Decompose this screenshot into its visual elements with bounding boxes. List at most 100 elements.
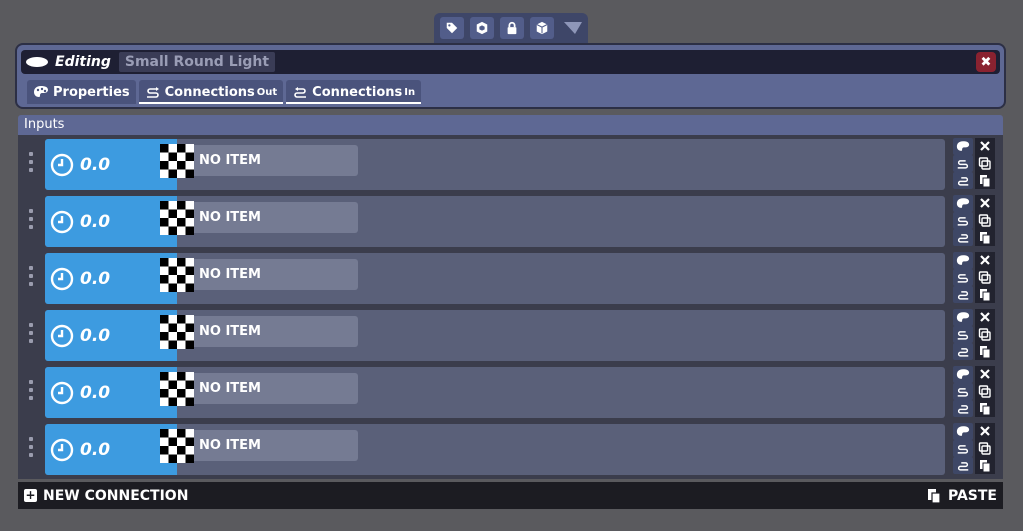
item-selector[interactable]: NO ITEM [160, 428, 358, 463]
tab-connections-out[interactable]: Connections Out [138, 80, 284, 104]
item-selector[interactable]: NO ITEM [160, 314, 358, 349]
clock-icon [50, 381, 74, 404]
paste-button[interactable] [975, 457, 995, 474]
connection-out-button[interactable] [953, 383, 973, 400]
duplicate-button[interactable] [975, 155, 995, 172]
palette-button[interactable] [953, 138, 973, 155]
paste-icon [980, 346, 991, 358]
item-name: NO ITEM [199, 210, 261, 225]
delete-button[interactable] [975, 138, 995, 155]
delete-button[interactable] [975, 423, 995, 440]
item-selector[interactable]: NO ITEM [160, 257, 358, 292]
duplicate-button[interactable] [975, 269, 995, 286]
connection-in-icon [958, 405, 969, 414]
paste-all-button[interactable]: PASTE [926, 488, 1003, 504]
palette-icon [956, 141, 970, 151]
connection-in-icon [294, 87, 307, 98]
delete-button[interactable] [975, 309, 995, 326]
drag-handle[interactable] [29, 152, 33, 172]
item-selector[interactable]: NO ITEM [160, 371, 358, 406]
item-selector[interactable]: NO ITEM [160, 200, 358, 235]
item-selector[interactable]: NO ITEM [160, 143, 358, 178]
palette-button[interactable] [953, 366, 973, 383]
time-field[interactable]: 0.0 [45, 253, 158, 304]
palette-button[interactable] [953, 423, 973, 440]
row-body: 0.0 NO ITEM [45, 367, 945, 418]
connection-out-icon [957, 445, 968, 454]
paste-button[interactable] [975, 286, 995, 303]
paste-button[interactable] [975, 172, 995, 189]
row-body: 0.0 NO ITEM [45, 253, 945, 304]
palette-button[interactable] [953, 309, 973, 326]
palette-icon [956, 426, 970, 436]
tag-icon[interactable] [440, 17, 464, 39]
tab-connections-in[interactable]: Connections In [286, 80, 422, 104]
clock-icon [50, 210, 74, 233]
connection-out-icon [957, 388, 968, 397]
input-row: 0.0 NO ITEM [18, 363, 1003, 418]
connection-out-button[interactable] [953, 155, 973, 172]
title-bar: Editing Small Round Light ✖ [21, 50, 1000, 74]
paste-button[interactable] [975, 343, 995, 360]
drag-handle[interactable] [29, 209, 33, 229]
time-value: 0.0 [80, 211, 111, 232]
close-button[interactable]: ✖ [976, 52, 996, 72]
new-connection-label: NEW CONNECTION [43, 487, 189, 504]
connection-out-button[interactable] [953, 269, 973, 286]
time-field[interactable]: 0.0 [45, 196, 158, 247]
object-name-field[interactable]: Small Round Light [118, 52, 276, 72]
input-row: 0.0 NO ITEM [18, 420, 1003, 475]
delete-button[interactable] [975, 195, 995, 212]
paste-button[interactable] [975, 229, 995, 246]
palette-icon [956, 255, 970, 265]
connection-in-button[interactable] [953, 172, 973, 189]
drag-handle[interactable] [29, 323, 33, 343]
item-name: NO ITEM [199, 153, 261, 168]
connection-out-icon [146, 87, 159, 98]
connection-in-button[interactable] [953, 343, 973, 360]
drag-handle[interactable] [29, 437, 33, 457]
new-connection-button[interactable]: + NEW CONNECTION [18, 488, 188, 504]
connection-in-icon [958, 462, 969, 471]
connection-out-button[interactable] [953, 212, 973, 229]
time-field[interactable]: 0.0 [45, 139, 158, 190]
drag-handle[interactable] [29, 380, 33, 400]
duplicate-button[interactable] [975, 326, 995, 343]
palette-button[interactable] [953, 195, 973, 212]
connection-in-button[interactable] [953, 229, 973, 246]
time-field[interactable]: 0.0 [45, 310, 158, 361]
checkerboard-icon [160, 200, 194, 235]
palette-button[interactable] [953, 252, 973, 269]
connection-out-button[interactable] [953, 326, 973, 343]
time-field[interactable]: 0.0 [45, 367, 158, 418]
duplicate-icon [978, 271, 991, 284]
lock-icon[interactable] [500, 17, 524, 39]
connection-in-button[interactable] [953, 457, 973, 474]
delete-button[interactable] [975, 366, 995, 383]
connection-out-button[interactable] [953, 440, 973, 457]
tab-properties[interactable]: Properties [27, 80, 136, 104]
duplicate-button[interactable] [975, 212, 995, 229]
row-body: 0.0 NO ITEM [45, 139, 945, 190]
time-value: 0.0 [80, 268, 111, 289]
duplicate-button[interactable] [975, 383, 995, 400]
connection-in-icon [958, 291, 969, 300]
connection-in-button[interactable] [953, 400, 973, 417]
duplicate-button[interactable] [975, 440, 995, 457]
time-field[interactable]: 0.0 [45, 424, 158, 475]
inputs-list[interactable]: 0.0 NO ITEM 0.0 NO ITEM 0.0 NO ITEM 0.0 … [18, 135, 1003, 479]
box-cube-icon[interactable] [470, 17, 494, 39]
close-icon [980, 141, 990, 151]
close-icon [980, 369, 990, 379]
cube-icon[interactable] [530, 17, 554, 39]
connection-out-icon [957, 331, 968, 340]
delete-button[interactable] [975, 252, 995, 269]
connection-in-button[interactable] [953, 286, 973, 303]
drag-handle[interactable] [29, 266, 33, 286]
editor-panel: Editing Small Round Light ✖ Properties C… [15, 43, 1006, 109]
paste-button[interactable] [975, 400, 995, 417]
filter-arrow-icon[interactable] [560, 17, 586, 39]
row-body: 0.0 NO ITEM [45, 310, 945, 361]
duplicate-icon [978, 442, 991, 455]
time-value: 0.0 [80, 325, 111, 346]
